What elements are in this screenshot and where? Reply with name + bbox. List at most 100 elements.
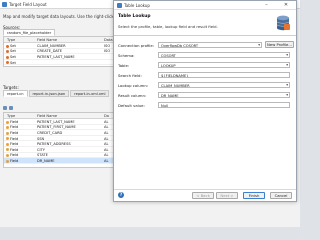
lookup-column-select[interactable]: CLAIM_NUMBER ▾	[158, 82, 290, 88]
row-type: Set	[10, 43, 16, 48]
field-icon	[6, 131, 9, 135]
result-column-value: DR_NAME	[161, 93, 179, 98]
column-header-data[interactable]: Data	[104, 38, 113, 42]
back-button[interactable]: < Back	[192, 192, 214, 199]
row-data: AL	[104, 119, 109, 124]
table-row-selected[interactable]: Field DR_NAME AL	[4, 158, 120, 164]
row-type: Field	[10, 119, 19, 124]
chevron-down-icon: ▾	[286, 63, 288, 67]
row-data: AL	[104, 147, 109, 152]
new-profile-button[interactable]: New Profile...	[265, 41, 294, 48]
background-description: Map and modify target data layouts. Use …	[3, 14, 124, 19]
row-field-name: CITY	[37, 147, 45, 152]
field-icon	[6, 120, 9, 124]
app-icon	[2, 2, 7, 7]
chevron-down-icon: ▾	[258, 43, 260, 47]
default-value-input[interactable]: Null	[158, 102, 290, 108]
row-data: ISO	[104, 43, 111, 48]
row-type: Field	[10, 142, 19, 147]
row-type: Field	[10, 136, 19, 141]
row-field-name: CREATE_DATE	[37, 49, 63, 54]
row-data: AL	[104, 142, 109, 147]
dialog-description: Select the profile, table, lookup field …	[118, 24, 218, 29]
expand-icon[interactable]	[9, 106, 13, 110]
row-data: AL	[104, 153, 109, 158]
help-icon[interactable]: ?	[118, 192, 124, 198]
set-icon	[6, 55, 9, 59]
row-data: ISO	[104, 49, 111, 54]
schema-select[interactable]: COSORT ▾	[158, 52, 290, 58]
table-label: Table:	[118, 63, 130, 68]
field-icon	[6, 148, 9, 152]
set-icon	[6, 50, 9, 54]
row-field-name: PATIENT_FIRST_NAME	[37, 125, 76, 130]
schema-label: Schema:	[118, 53, 135, 58]
row-data: AL	[104, 136, 109, 141]
tab-report-in-xml[interactable]: report-in-xml.xml	[70, 90, 110, 97]
footer-divider	[114, 189, 296, 190]
table-lookup-dialog: Table Lookup – ✕ Table Lookup Select the…	[113, 0, 297, 202]
column-header-type[interactable]: Type	[7, 38, 15, 42]
tab-report-in-json[interactable]: report-in-json.json	[28, 90, 70, 97]
collapse-icon[interactable]	[3, 106, 7, 110]
row-type: Set	[10, 54, 16, 59]
chevron-down-icon: ▾	[286, 53, 288, 57]
default-value-label: Default value:	[118, 103, 145, 108]
connection-profile-select[interactable]: OverflowDb COSORT ▾	[158, 42, 262, 48]
dialog-header: Table Lookup Select the profile, table, …	[114, 10, 296, 36]
row-field-name: PATIENT_ADDRESS	[37, 142, 71, 147]
connection-profile-label: Connection profile:	[118, 43, 154, 48]
dialog-titlebar: Table Lookup – ✕	[114, 1, 296, 10]
table-select[interactable]: LOOKUP ▾	[158, 62, 290, 68]
next-button[interactable]: Next >	[216, 192, 238, 199]
row-type: Field	[10, 130, 19, 135]
row-field-name: PATIENT_LAST_NAME	[37, 119, 75, 124]
set-icon	[6, 44, 9, 48]
database-icon	[276, 15, 290, 31]
result-column-label: Result column:	[118, 93, 147, 98]
column-header-field-name[interactable]: Field Name	[37, 38, 57, 42]
sources-tab[interactable]: random_file_placeholder	[3, 29, 56, 36]
row-data: AL	[104, 125, 109, 130]
background-window-title: Target Field Layout	[9, 2, 47, 7]
field-icon	[6, 142, 9, 146]
row-type: Field	[10, 125, 19, 130]
cancel-button[interactable]: Cancel	[270, 192, 292, 199]
field-icon	[6, 137, 9, 141]
app-icon	[117, 3, 122, 8]
targets-tabbar: report-cn report-in-json.json report-in-…	[3, 90, 110, 97]
table-row[interactable]: Set	[4, 60, 120, 66]
connection-profile-value: OverflowDb COSORT	[161, 43, 199, 48]
row-data: AL	[104, 158, 109, 163]
column-header-field-name[interactable]: Field Name	[37, 114, 57, 118]
search-field-input[interactable]: ${FIELDNAME}	[158, 72, 290, 78]
chevron-down-icon: ▾	[286, 93, 288, 97]
row-type: Set	[10, 49, 16, 54]
row-field-name: STATE	[37, 153, 48, 158]
field-icon	[6, 126, 9, 130]
row-type: Set	[10, 60, 16, 65]
lookup-column-value: CLAIM_NUMBER	[161, 83, 190, 88]
field-icon	[6, 154, 9, 158]
chevron-down-icon: ▾	[286, 83, 288, 87]
targets-toolbar	[3, 105, 121, 111]
set-icon	[6, 61, 9, 65]
row-field-name: CREDIT_CARD	[37, 130, 63, 135]
row-field-name: PATIENT_LAST_NAME	[37, 54, 75, 59]
search-field-label: Search field:	[118, 73, 142, 78]
lookup-column-label: Lookup column:	[118, 83, 149, 88]
result-column-select[interactable]: DR_NAME ▾	[158, 92, 290, 98]
row-field-name: DR_NAME	[37, 158, 55, 163]
column-header-type[interactable]: Type	[7, 114, 15, 118]
table-value: LOOKUP	[161, 63, 176, 68]
tab-report-cn[interactable]: report-cn	[3, 90, 28, 97]
row-data: AL	[104, 130, 109, 135]
close-icon[interactable]: ✕	[279, 2, 293, 9]
finish-button[interactable]: Finish	[243, 192, 265, 199]
targets-table: Type Field Name Da Field PATIENT_LAST_NA…	[3, 112, 121, 168]
minimize-icon[interactable]: –	[262, 2, 271, 9]
column-header-data[interactable]: Da	[104, 114, 109, 118]
default-value-value: Null	[161, 103, 168, 108]
sources-tabbar: random_file_placeholder	[3, 29, 56, 36]
dialog-heading: Table Lookup	[118, 14, 151, 19]
